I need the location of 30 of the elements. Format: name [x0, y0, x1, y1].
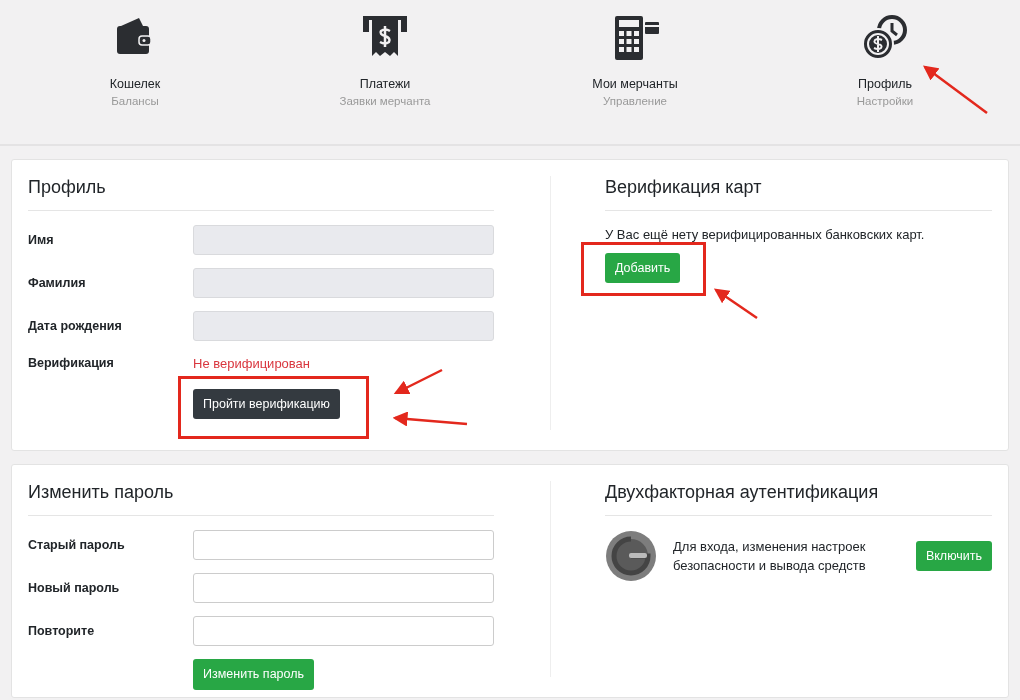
input-field[interactable] — [192, 530, 494, 560]
info-text: У Вас ещё нету верифицированных банковских карт. — [605, 226, 926, 244]
field-label: Новый пароль — [28, 579, 121, 597]
input-field[interactable] — [192, 616, 494, 646]
section-title: Изменить пароль — [28, 481, 494, 516]
annotation-arrow — [713, 288, 758, 320]
input-field[interactable] — [192, 573, 494, 603]
nav-subtitle: Настройки — [856, 94, 914, 109]
authenticator-icon — [605, 530, 657, 582]
field-label: Верификация — [28, 355, 115, 372]
field-label: Повторите — [28, 622, 96, 640]
annotation-arrow — [923, 65, 988, 114]
status-text: Не верифицирован — [193, 355, 310, 373]
nav-link[interactable]: Кошелек — [109, 76, 161, 92]
field-label: Имя — [28, 231, 55, 249]
nav-link[interactable]: Профиль — [858, 76, 912, 92]
verify-button[interactable]: Пройти верификацию — [193, 388, 340, 420]
field-label: Дата рождения — [28, 317, 123, 335]
info-text: Для входа, изменения настроек безопасности и вывода средств — [673, 538, 867, 575]
nav-subtitle: Заявки мерчанта — [339, 94, 431, 109]
section-title: Профиль — [28, 176, 494, 211]
nav-subtitle: Балансы — [111, 94, 159, 109]
section-title: Верификация карт — [605, 176, 992, 211]
nav-link[interactable]: Платежи — [359, 76, 411, 92]
section-title: Двухфакторная аутентификация — [605, 481, 992, 516]
field-label: Старый пароль — [28, 536, 126, 554]
field-label: Фамилия — [28, 274, 87, 292]
annotation-arrow — [393, 368, 443, 395]
nav-link[interactable]: Мои мерчанты — [592, 76, 678, 92]
nav-subtitle: Управление — [603, 94, 667, 109]
